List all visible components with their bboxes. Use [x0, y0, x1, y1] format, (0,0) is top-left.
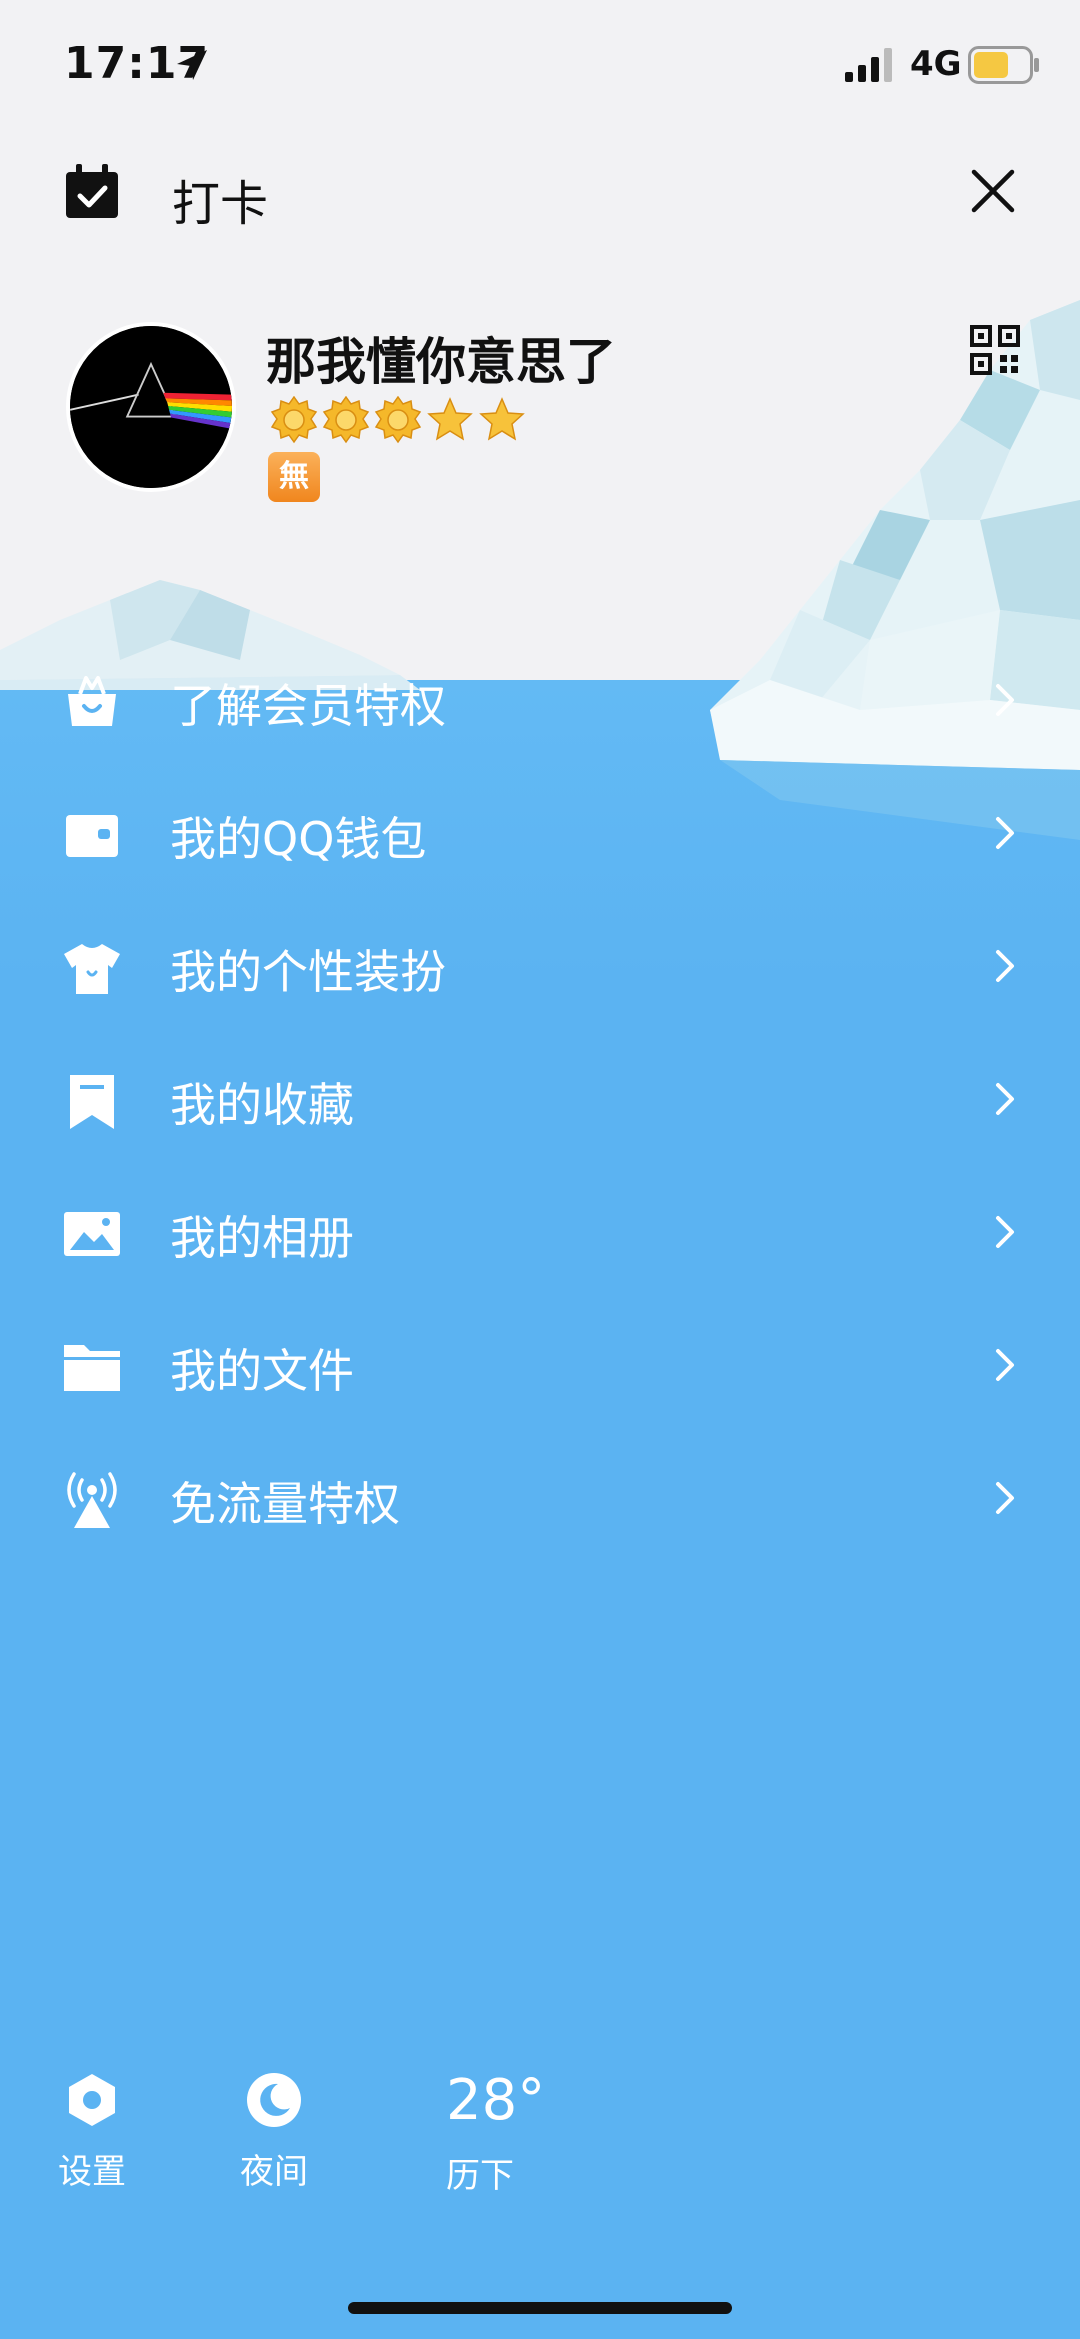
prism-avatar-image	[70, 326, 232, 488]
chevron-right-icon	[996, 1216, 1014, 1248]
status-badge[interactable]: 無	[268, 452, 320, 502]
menu-item-album[interactable]: 我的相册	[0, 1172, 1080, 1292]
moon-icon	[247, 2073, 301, 2127]
signal-tower-icon	[67, 1472, 117, 1528]
menu-label-free-data: 免流量特权	[170, 1477, 400, 1531]
settings-icon	[69, 2074, 115, 2126]
location-arrow-icon	[177, 50, 207, 80]
nickname[interactable]: 那我懂你意思了	[266, 322, 616, 394]
qq-level-icons[interactable]	[270, 396, 526, 444]
sun-icon	[374, 396, 422, 444]
menu-label-album: 我的相册	[170, 1211, 354, 1265]
settings-label: 设置	[58, 2152, 126, 2192]
chevron-right-icon	[996, 1083, 1014, 1115]
home-indicator[interactable]	[348, 2302, 732, 2314]
chevron-right-icon	[996, 1349, 1014, 1381]
photo-icon	[64, 1212, 120, 1256]
vip-bag-icon	[68, 676, 116, 726]
menu-item-wallet[interactable]: 我的QQ钱包	[0, 773, 1080, 893]
close-icon[interactable]	[968, 166, 1018, 216]
night-mode-button[interactable]: 夜间	[234, 2070, 314, 2193]
qr-code-icon[interactable]	[970, 325, 1020, 375]
menu-label-vip: 了解会员特权	[170, 679, 446, 733]
weather-city[interactable]: 历下	[446, 2148, 514, 2197]
star-icon	[479, 397, 525, 441]
network-type: 4G	[910, 44, 962, 84]
avatar[interactable]	[66, 322, 236, 492]
menu-label-wallet: 我的QQ钱包	[170, 812, 427, 866]
chevron-right-icon	[996, 1482, 1014, 1514]
battery-icon	[968, 46, 1039, 84]
menu-item-vip[interactable]: 了解会员特权	[0, 640, 1080, 760]
weather-temperature[interactable]: 28°	[446, 2068, 545, 2133]
chevron-right-icon	[996, 950, 1014, 982]
cellular-signal-icon	[845, 48, 892, 82]
menu-item-free-data[interactable]: 免流量特权	[0, 1438, 1080, 1558]
folder-icon	[64, 1345, 120, 1391]
calendar-check-icon[interactable]	[62, 162, 122, 222]
chevron-right-icon	[996, 684, 1014, 716]
menu-label-files: 我的文件	[170, 1344, 354, 1398]
menu-label-dressup: 我的个性装扮	[170, 945, 446, 999]
menu-label-favorites: 我的收藏	[170, 1078, 354, 1132]
wallet-icon	[66, 815, 118, 857]
status-bar: 17:17 4G	[0, 0, 1080, 130]
bookmark-icon	[70, 1075, 114, 1129]
chevron-right-icon	[996, 817, 1014, 849]
menu-item-files[interactable]: 我的文件	[0, 1305, 1080, 1425]
sun-icon	[322, 396, 370, 444]
tshirt-icon	[64, 944, 120, 994]
star-icon	[427, 397, 473, 441]
sun-icon	[270, 396, 318, 444]
settings-button[interactable]: 设置	[52, 2070, 132, 2193]
checkin-label[interactable]: 打卡	[172, 164, 268, 234]
night-mode-label: 夜间	[240, 2152, 308, 2192]
menu-item-favorites[interactable]: 我的收藏	[0, 1039, 1080, 1159]
menu-item-dressup[interactable]: 我的个性装扮	[0, 906, 1080, 1026]
